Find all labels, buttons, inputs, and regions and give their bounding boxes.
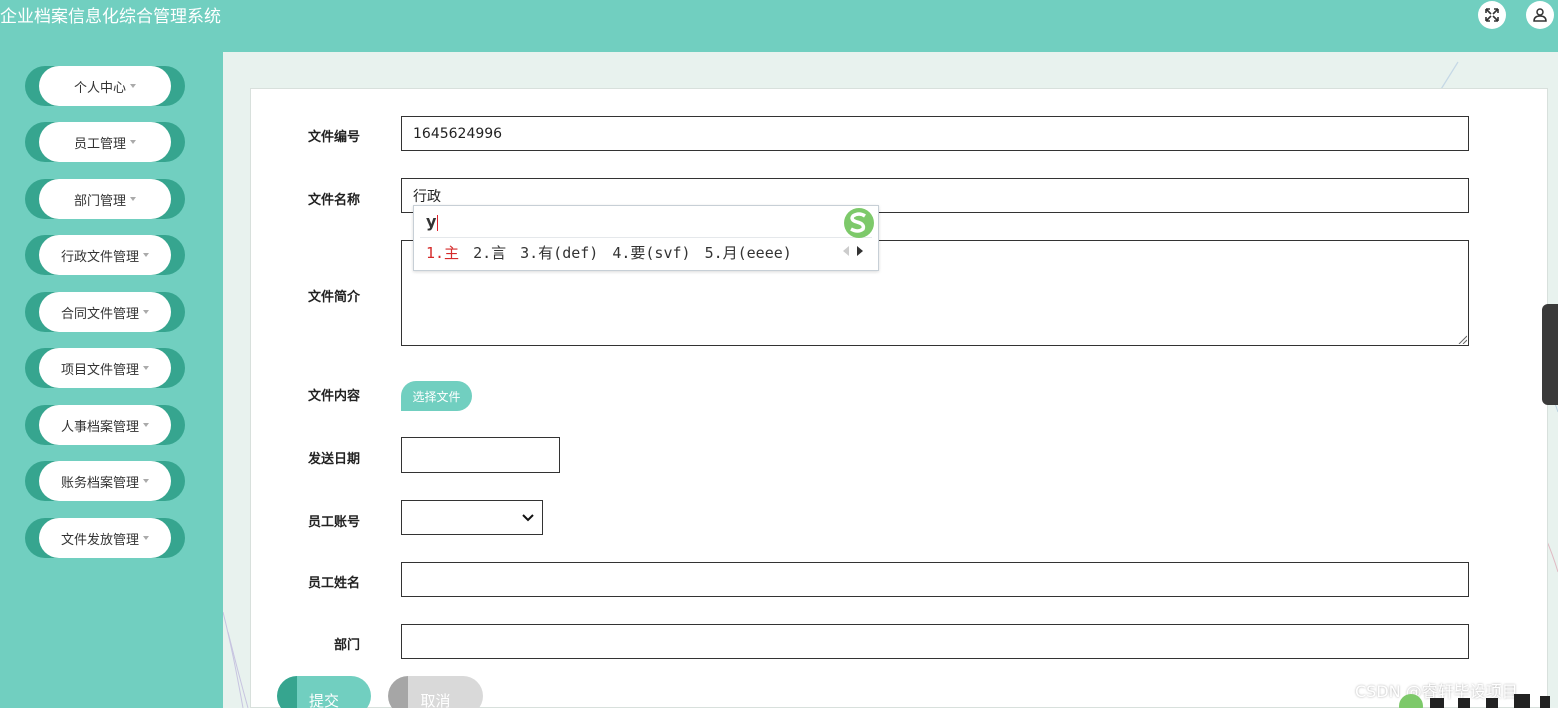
toolbar-glyph-icon xyxy=(1540,696,1550,708)
toolbar-glyph-icon xyxy=(1486,698,1498,708)
sogou-logo-icon xyxy=(844,208,874,238)
sidebar-item-hr-archives[interactable]: 人事档案管理 xyxy=(25,405,185,445)
ime-candidate[interactable]: 5.月(eeee) xyxy=(705,244,792,262)
send-date-input[interactable] xyxy=(401,437,560,473)
file-no-label: 文件编号 xyxy=(307,130,360,145)
ime-candidate[interactable]: 2.言 xyxy=(473,244,506,262)
sidebar-item-label: 合同文件管理 xyxy=(60,306,139,322)
ime-divider xyxy=(420,237,872,238)
chevron-down-icon xyxy=(522,514,534,522)
ime-candidate[interactable]: 4.要(svf) xyxy=(612,244,690,262)
file-no-input[interactable]: 1645624996 xyxy=(401,116,1469,151)
ime-candidates: 1.主 2.言 3.有(def) 4.要(svf) 5.月(eeee) xyxy=(426,242,806,263)
ime-candidate-popup: y 1.主 2.言 3.有(def) 4.要(svf) 5.月(eeee) xyxy=(413,205,879,271)
ime-page-nav xyxy=(842,245,864,257)
toolbar-glyph-icon xyxy=(1514,694,1530,708)
send-date-label: 发送日期 xyxy=(307,452,360,467)
caret-down-icon xyxy=(130,140,136,144)
sidebar-item-label: 人事档案管理 xyxy=(60,419,139,435)
sidebar-item-employee-mgmt[interactable]: 员工管理 xyxy=(25,122,185,162)
sidebar-item-department-mgmt[interactable]: 部门管理 xyxy=(25,179,185,219)
side-drawer-handle[interactable] xyxy=(1542,304,1558,405)
sidebar-item-admin-files[interactable]: 行政文件管理 xyxy=(25,235,185,275)
sidebar-item-label: 行政文件管理 xyxy=(60,249,139,265)
caret-down-icon xyxy=(143,366,149,370)
caret-down-icon xyxy=(130,197,136,201)
employee-account-select[interactable] xyxy=(401,500,543,535)
caret-down-icon xyxy=(143,423,149,427)
sidebar-item-label: 员工管理 xyxy=(73,136,126,152)
sogou-toolbar-logo-icon xyxy=(1399,694,1423,708)
department-label: 部门 xyxy=(333,638,360,653)
sidebar-item-project-files[interactable]: 项目文件管理 xyxy=(25,348,185,388)
caret-down-icon xyxy=(130,84,136,88)
sidebar-item-label: 个人中心 xyxy=(73,80,126,96)
caret-down-icon xyxy=(143,310,149,314)
caret-down-icon xyxy=(143,479,149,483)
employee-account-label: 员工账号 xyxy=(307,515,360,530)
sidebar-item-file-distribution[interactable]: 文件发放管理 xyxy=(25,518,185,558)
submit-button[interactable]: 提交 xyxy=(277,676,371,708)
sogou-toolbar xyxy=(1399,694,1550,708)
sidebar-item-label: 文件发放管理 xyxy=(60,532,139,548)
page-next-icon[interactable] xyxy=(856,245,864,257)
file-name-label: 文件名称 xyxy=(307,193,360,208)
fullscreen-icon[interactable] xyxy=(1478,1,1506,29)
ime-composition-text: y xyxy=(426,212,437,231)
caret-down-icon xyxy=(143,253,149,257)
ime-caret xyxy=(437,214,439,231)
sidebar-item-label: 账务档案管理 xyxy=(60,475,139,491)
ime-composition: y xyxy=(426,212,439,231)
sidebar-item-finance-archives[interactable]: 账务档案管理 xyxy=(25,461,185,501)
user-icon[interactable] xyxy=(1526,1,1554,29)
file-name-value: 行政 xyxy=(413,188,441,205)
top-header: 企业档案信息化综合管理系统 xyxy=(0,0,1558,52)
ime-candidate[interactable]: 3.有(def) xyxy=(520,244,598,262)
toolbar-glyph-icon xyxy=(1458,698,1470,708)
choose-file-button[interactable]: 选择文件 xyxy=(401,381,472,411)
cancel-button-label: 取消 xyxy=(420,692,451,708)
caret-down-icon xyxy=(143,536,149,540)
employee-name-input[interactable] xyxy=(401,562,1469,597)
submit-button-label: 提交 xyxy=(308,692,339,708)
ime-candidate[interactable]: 1.主 xyxy=(426,244,459,262)
file-no-value: 1645624996 xyxy=(413,125,503,142)
sidebar-item-contract-files[interactable]: 合同文件管理 xyxy=(25,292,185,332)
resize-grip-icon[interactable] xyxy=(1457,334,1467,344)
toolbar-glyph-icon xyxy=(1430,698,1444,708)
file-content-label: 文件内容 xyxy=(307,389,360,404)
page-prev-icon[interactable] xyxy=(842,245,850,257)
app-title: 企业档案信息化综合管理系统 xyxy=(0,7,221,27)
sidebar-item-personal-center[interactable]: 个人中心 xyxy=(25,66,185,106)
file-desc-label: 文件简介 xyxy=(307,290,360,305)
sidebar-item-label: 部门管理 xyxy=(73,193,126,209)
cancel-button[interactable]: 取消 xyxy=(388,676,483,708)
employee-name-label: 员工姓名 xyxy=(307,576,360,591)
sidebar-item-label: 项目文件管理 xyxy=(60,362,139,378)
department-input[interactable] xyxy=(401,624,1469,659)
